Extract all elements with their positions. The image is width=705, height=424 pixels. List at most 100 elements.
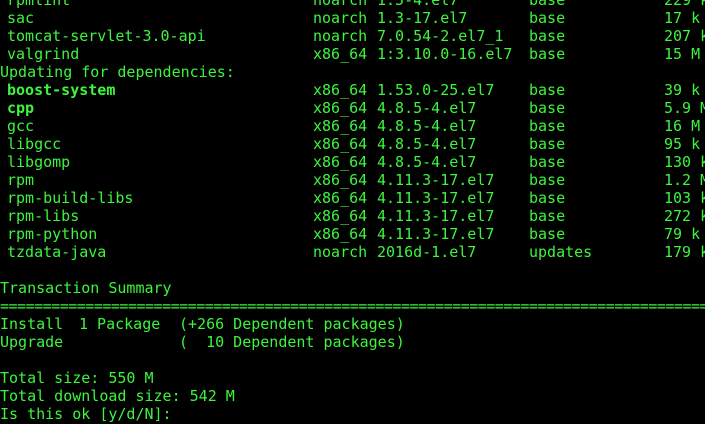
package-arch: noarch [313,9,368,27]
package-arch: noarch [313,243,368,261]
package-arch: x86_64 [313,207,368,225]
package-name: cpp [7,99,35,117]
package-size: 229 k [664,0,705,9]
package-repo: base [529,207,566,225]
package-version: 2016d-1.el7 [377,243,477,261]
updating-header: Updating for dependencies: [0,63,235,81]
package-size: 79 k [664,225,701,243]
package-row: rpm-libs x86_64 4.11.3-17.el7 base 272 k [0,207,705,225]
package-size: 15 M [664,45,701,63]
package-row: valgrind x86_64 1:3.10.0-16.el7 base 15 M [0,45,705,63]
package-repo: base [529,9,566,27]
package-name: rpm-libs [7,207,80,225]
package-version: 4.11.3-17.el7 [377,171,495,189]
package-size: 39 k [664,81,701,99]
package-arch: x86_64 [313,189,368,207]
package-size: 5.9 M [664,99,705,117]
package-version: 1:3.10.0-16.el7 [377,45,513,63]
package-size: 103 k [664,189,705,207]
package-version: 4.8.5-4.el7 [377,135,477,153]
transaction-summary-heading: Transaction Summary [0,279,172,297]
package-row: gcc x86_64 4.8.5-4.el7 base 16 M [0,117,705,135]
package-arch: x86_64 [313,171,368,189]
package-name: rpmlint [7,0,71,9]
package-version: 4.11.3-17.el7 [377,225,495,243]
package-name: boost-system [7,81,116,99]
package-size: 95 k [664,135,701,153]
package-arch: x86_64 [313,81,368,99]
package-arch: x86_64 [313,45,368,63]
total-size: Total size: 550 M [0,369,154,387]
package-name: sac [7,9,35,27]
package-repo: base [529,27,566,45]
total-download-size: Total download size: 542 M [0,387,235,405]
package-version: 7.0.54-2.el7_1 [377,27,504,45]
package-row: cpp x86_64 4.8.5-4.el7 base 5.9 M [0,99,705,117]
package-arch: x86_64 [313,225,368,243]
package-arch: noarch [313,27,368,45]
package-repo: base [529,99,566,117]
package-repo: base [529,0,566,9]
package-name: libgcc [7,135,62,153]
install-summary: Install 1 Package (+266 Dependent packag… [0,315,705,333]
package-name: rpm-python [7,225,98,243]
package-repo: base [529,171,566,189]
package-version: 1.5-4.el7 [377,0,459,9]
package-row: rpm-build-libs x86_64 4.11.3-17.el7 base 103… [0,189,705,207]
separator-line: ========================================… [0,297,705,315]
package-name: tzdata-java [7,243,107,261]
package-size: 1.2 M [664,171,705,189]
package-row: boost-system x86_64 1.53.0-25.el7 base 39 k [0,81,705,99]
package-size: 272 k [664,207,705,225]
package-row: rpm-python x86_64 4.11.3-17.el7 base 79 k [0,225,705,243]
install-count: 1 Package [79,315,161,333]
install-deps: (+266 Dependent packages) [179,315,405,333]
package-version: 1.53.0-25.el7 [377,81,495,99]
package-version: 4.8.5-4.el7 [377,99,477,117]
package-repo: base [529,189,566,207]
package-size: 207 k [664,27,705,45]
package-repo: base [529,135,566,153]
package-name: gcc [7,117,35,135]
package-repo: base [529,117,566,135]
package-version: 4.8.5-4.el7 [377,153,477,171]
package-name: rpm [7,171,35,189]
package-repo: updates [529,243,593,261]
package-list-top: rpmlint noarch 1.5-4.el7 base 229 k sac noarch… [0,0,705,63]
package-name: libgomp [7,153,71,171]
package-repo: base [529,153,566,171]
package-row: libgcc x86_64 4.8.5-4.el7 base 95 k [0,135,705,153]
install-label: Install [0,315,64,333]
package-row: tomcat-servlet-3.0-api noarch 7.0.54-2.el7… [0,27,705,45]
package-repo: base [529,81,566,99]
package-size: 16 M [664,117,701,135]
package-list-updating: boost-system x86_64 1.53.0-25.el7 base 39 kc… [0,81,705,261]
package-version: 4.11.3-17.el7 [377,207,495,225]
package-arch: noarch [313,0,368,9]
package-arch: x86_64 [313,99,368,117]
package-arch: x86_64 [313,153,368,171]
package-version: 4.11.3-17.el7 [377,189,495,207]
package-version: 4.8.5-4.el7 [377,117,477,135]
package-arch: x86_64 [313,117,368,135]
package-arch: x86_64 [313,135,368,153]
upgrade-label: Upgrade [0,333,64,351]
package-version: 1.3-17.el7 [377,9,468,27]
confirm-prompt[interactable]: Is this ok [y/d/N]: [0,405,705,423]
package-row: rpmlint noarch 1.5-4.el7 base 229 k [0,0,705,9]
package-name: tomcat-servlet-3.0-api [7,27,206,45]
package-row: sac noarch 1.3-17.el7 base 17 k [0,9,705,27]
upgrade-deps: ( 10 Dependent packages) [179,333,405,351]
package-name: valgrind [7,45,80,63]
package-repo: base [529,225,566,243]
package-size: 17 k [664,9,701,27]
terminal-window[interactable]: rpmlint noarch 1.5-4.el7 base 229 k sac noarch… [0,0,705,424]
package-row: tzdata-java noarch 2016d-1.el7 updates 179 k [0,243,705,261]
package-size: 130 k [664,153,705,171]
package-size: 179 k [664,243,705,261]
package-row: libgomp x86_64 4.8.5-4.el7 base 130 k [0,153,705,171]
package-repo: base [529,45,566,63]
package-name: rpm-build-libs [7,189,134,207]
